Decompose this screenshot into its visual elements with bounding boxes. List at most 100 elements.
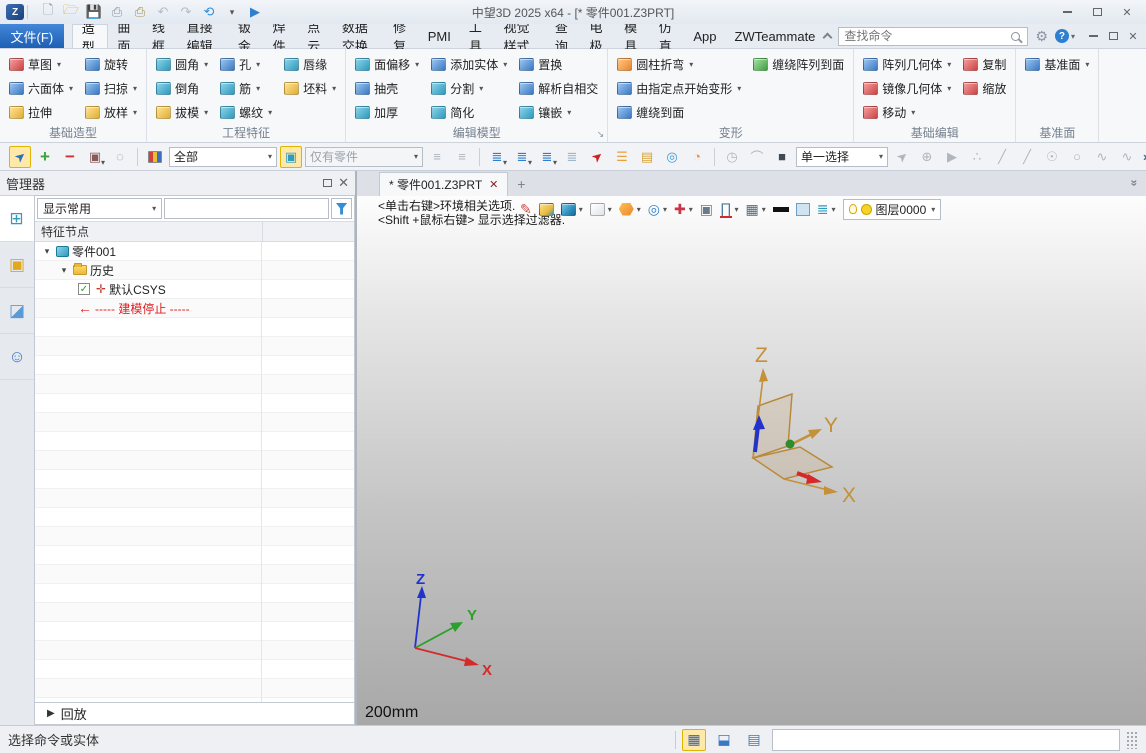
polyline-icon[interactable]: ╱: [1016, 146, 1038, 168]
black-bar-icon[interactable]: [773, 207, 789, 212]
redo-icon[interactable]: ↷: [177, 3, 195, 21]
match-props-icon[interactable]: ≡: [426, 146, 448, 168]
add-select-icon[interactable]: +: [34, 146, 56, 168]
blue-square-icon[interactable]: [796, 203, 810, 216]
open-file-icon[interactable]: 🗁: [62, 3, 80, 21]
menu-tab-视觉样式[interactable]: 视觉样式: [495, 24, 546, 48]
menu-tab-App[interactable]: App: [684, 24, 725, 48]
prompt-table-icon[interactable]: ▦: [682, 729, 706, 751]
new-tab-button[interactable]: +: [508, 172, 534, 196]
ribbon-button-圆角[interactable]: 圆角▾: [154, 52, 210, 76]
list-manager-icon[interactable]: ☰: [611, 146, 633, 168]
ribbon-button-抽壳[interactable]: 抽壳: [353, 76, 421, 100]
menu-tab-工具[interactable]: 工具: [460, 24, 495, 48]
tree-row-零件001[interactable]: ▾零件001: [35, 242, 354, 261]
help-button[interactable]: ? ▾: [1055, 29, 1075, 43]
ribbon-button-缩放[interactable]: 缩放: [961, 76, 1008, 100]
ribbon-button-面偏移[interactable]: 面偏移▾: [353, 52, 421, 76]
qat-dropdown-icon[interactable]: ▾: [223, 3, 241, 21]
viewport-window-icon[interactable]: ▣: [700, 201, 713, 218]
tree-row-历史[interactable]: ▾历史: [35, 261, 354, 280]
history-manager-icon[interactable]: ⊞: [0, 196, 34, 242]
command-search-input[interactable]: [839, 29, 1011, 43]
document-tab[interactable]: * 零件001.Z3PRT ✕: [379, 172, 508, 196]
minimize-button[interactable]: [1054, 3, 1080, 21]
layer-combo[interactable]: 图层0000▾: [843, 199, 942, 220]
menu-tab-直接编辑[interactable]: 直接编辑: [178, 24, 229, 48]
save-icon[interactable]: 💾: [85, 3, 103, 21]
tree-search-input[interactable]: [164, 198, 329, 219]
search-icon[interactable]: [1011, 32, 1020, 41]
circle-icon[interactable]: ○: [1066, 146, 1088, 168]
app-logo-icon[interactable]: Z: [6, 4, 24, 20]
ribbon-button-放样[interactable]: 放样▾: [83, 100, 139, 124]
panel-float-icon[interactable]: [323, 179, 332, 187]
print-icon[interactable]: ⎙: [108, 3, 126, 21]
pick-arrow-icon[interactable]: ➤: [9, 146, 31, 168]
menu-tab-造型[interactable]: 造型: [72, 24, 109, 48]
curve-toggle-icon[interactable]: ⌒: [746, 146, 768, 168]
tree-row------ 建模停止 -----[interactable]: ←----- 建模停止 -----: [35, 299, 354, 318]
replay-icon[interactable]: ▶: [941, 146, 963, 168]
user-manager-icon[interactable]: ☺: [0, 334, 34, 380]
doc-minimize-button[interactable]: [1084, 27, 1102, 45]
marquee-select-icon[interactable]: ▣▾: [84, 146, 106, 168]
print-add-icon[interactable]: ⎙: [131, 3, 149, 21]
menu-tab-焊件[interactable]: 焊件: [264, 24, 299, 48]
ribbon-button-孔[interactable]: 孔▾: [218, 52, 274, 76]
menu-tab-线框[interactable]: 线框: [143, 24, 178, 48]
menu-tab-曲面[interactable]: 曲面: [108, 24, 143, 48]
spline-icon[interactable]: ∿: [1091, 146, 1113, 168]
ribbon-button-缠绕阵列到面[interactable]: 缠绕阵列到面: [751, 52, 846, 76]
dialog-launcher-icon[interactable]: ↘: [597, 129, 605, 140]
restore-button[interactable]: [1084, 3, 1110, 21]
menu-tab-数据交换[interactable]: 数据交换: [333, 24, 384, 48]
select-mode-combo[interactable]: 单一选择▾: [796, 147, 888, 167]
hint-erase-icon[interactable]: ✎: [520, 201, 532, 218]
points-icon[interactable]: ∴: [966, 146, 988, 168]
monitor-icon[interactable]: ⬓: [712, 729, 736, 751]
visibility-checkbox[interactable]: ✓: [78, 283, 90, 295]
tree-filter-button[interactable]: [331, 198, 352, 219]
line-icon[interactable]: ╱: [991, 146, 1013, 168]
tree-filter-combo[interactable]: 显示常用 ▾: [37, 198, 162, 219]
panel-close-icon[interactable]: ✕: [338, 175, 349, 191]
show-only-icon[interactable]: ≣▾: [536, 146, 558, 168]
tree-expander-icon[interactable]: ▾: [58, 265, 70, 276]
iso-view-icon[interactable]: [539, 203, 554, 216]
status-input[interactable]: [772, 729, 1120, 751]
background-icon[interactable]: ▦▾: [746, 201, 766, 218]
ribbon-button-筋[interactable]: 筋▾: [218, 76, 274, 100]
tree-expander-icon[interactable]: ▾: [41, 246, 53, 257]
regen-icon[interactable]: ⟲: [200, 3, 218, 21]
visual-manager-icon[interactable]: ◪: [0, 288, 34, 334]
menu-tab-仿真[interactable]: 仿真: [650, 24, 685, 48]
probe-icon[interactable]: ⊕: [916, 146, 938, 168]
ribbon-button-基准面[interactable]: 基准面▾: [1023, 52, 1091, 76]
ribbon-button-圆柱折弯[interactable]: 圆柱折弯▾: [615, 52, 743, 76]
hide-entities-icon[interactable]: ≣▾: [511, 146, 533, 168]
tab-close-icon[interactable]: ✕: [489, 178, 498, 191]
undo-icon[interactable]: ↶: [154, 3, 172, 21]
menu-tab-点云[interactable]: 点云: [298, 24, 333, 48]
ribbon-button-拉伸[interactable]: 拉伸: [7, 100, 75, 124]
tab-list-chevron-icon[interactable]: »: [1128, 180, 1142, 187]
close-button[interactable]: ✕: [1114, 3, 1140, 21]
copy-props-icon[interactable]: ≡: [451, 146, 473, 168]
viewport-3d[interactable]: <单击右键>环境相关选项. <Shift +鼠标右键> 显示选择过滤器. ✎▾▾…: [357, 196, 1146, 725]
output-doc-icon[interactable]: ▤: [742, 729, 766, 751]
solid-box-icon[interactable]: ■: [771, 146, 793, 168]
ribbon-button-添加实体[interactable]: 添加实体▾: [429, 52, 509, 76]
doc-restore-button[interactable]: [1104, 27, 1122, 45]
menu-tab-查询[interactable]: 查询: [546, 24, 581, 48]
tree-row-默认CSYS[interactable]: ✓✛默认CSYS: [35, 280, 354, 299]
menu-tab-PMI[interactable]: PMI: [419, 24, 460, 48]
ribbon-button-解析自相交[interactable]: 解析自相交: [517, 76, 600, 100]
ribbon-button-置换[interactable]: 置换: [517, 52, 600, 76]
selection-filter-icon[interactable]: [144, 146, 166, 168]
part-only-icon[interactable]: ▣: [280, 146, 302, 168]
section-view-icon[interactable]: ∏▾: [720, 200, 739, 218]
ribbon-button-缠绕到面[interactable]: 缠绕到面: [615, 100, 743, 124]
ribbon-button-扫掠[interactable]: 扫掠▾: [83, 76, 139, 100]
menu-tab-电极[interactable]: 电极: [580, 24, 615, 48]
